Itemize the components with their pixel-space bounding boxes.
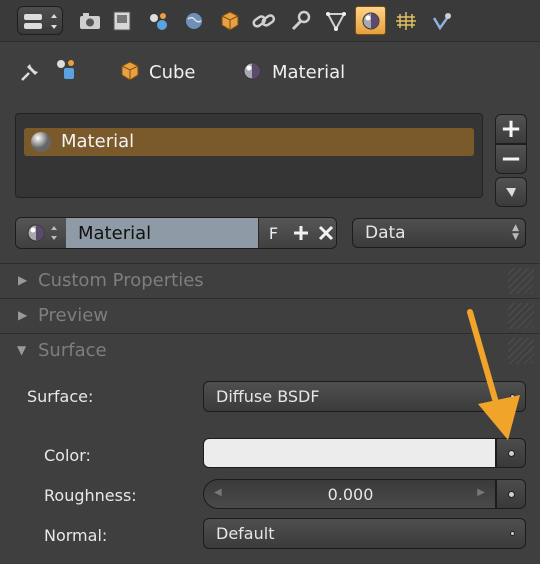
annotation-arrow-icon [467,309,520,440]
